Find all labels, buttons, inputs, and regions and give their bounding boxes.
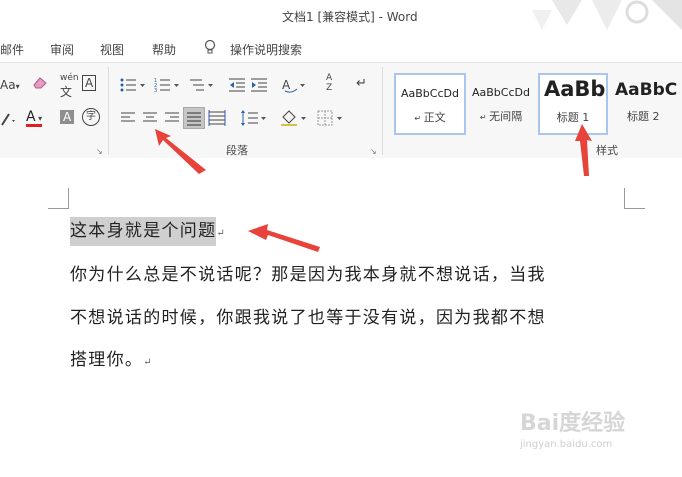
paragraph-mark-end: ↵ bbox=[143, 357, 153, 368]
watermark-sub: jingyan.baidu.com bbox=[520, 439, 613, 450]
watermark-main: Bai度经验 bbox=[520, 411, 626, 436]
style-heading-2[interactable]: AaBbC 标题 2 bbox=[608, 73, 682, 133]
shading-bucket-icon[interactable] bbox=[280, 109, 308, 130]
character-border-button[interactable]: A bbox=[82, 75, 97, 91]
separator-paragraph bbox=[382, 67, 383, 155]
style-no-spacing[interactable]: AaBbCcDd ↵ 无间隔 bbox=[466, 73, 536, 133]
style-heading-2-name: 标题 2 bbox=[627, 110, 660, 123]
justify-icon[interactable] bbox=[183, 107, 205, 129]
heading-line[interactable]: 这本身就是个问题↵ bbox=[70, 216, 227, 246]
style-normal-label: 正文 bbox=[423, 111, 446, 124]
tab-help[interactable]: 帮助 bbox=[152, 41, 176, 58]
styles-group-label: 样式 bbox=[596, 144, 618, 157]
margin-corner-top-left bbox=[48, 188, 69, 209]
style-heading-2-sample: AaBbC bbox=[615, 80, 678, 100]
style-no-spacing-sample: AaBbCcDd bbox=[472, 86, 530, 99]
lightbulb-icon[interactable] bbox=[204, 39, 216, 58]
distributed-icon[interactable] bbox=[208, 109, 226, 130]
body-line-3-text: 搭理你。 bbox=[70, 350, 144, 370]
phonetic-char: 文 bbox=[60, 85, 73, 99]
align-right-icon[interactable] bbox=[164, 111, 180, 128]
numbering-icon[interactable]: 123 bbox=[154, 77, 182, 96]
style-heading-1[interactable]: AaBb 标题 1 bbox=[538, 73, 608, 135]
margin-corner-top-right bbox=[624, 188, 645, 209]
paragraph-mark: ↵ bbox=[216, 228, 227, 239]
body-line-3[interactable]: 搭理你。↵ bbox=[70, 345, 153, 370]
phonetic-label: wén bbox=[60, 73, 79, 83]
window-title: 文档1 [兼容模式] - Word bbox=[282, 10, 418, 24]
bullets-icon[interactable] bbox=[120, 77, 148, 96]
style-no-spacing-label: 无间隔 bbox=[489, 110, 523, 123]
svg-text:A: A bbox=[282, 78, 291, 92]
style-heading-1-sample: AaBb bbox=[544, 77, 606, 101]
selected-heading-text[interactable]: 这本身就是个问题 bbox=[70, 217, 217, 246]
style-normal-name: ↵ 正文 bbox=[414, 111, 446, 124]
multilevel-list-icon[interactable] bbox=[188, 77, 216, 96]
title-bar: 文档1 [兼容模式] - Word bbox=[0, 0, 682, 32]
style-heading-1-name: 标题 1 bbox=[556, 111, 590, 124]
tab-review[interactable]: 审阅 bbox=[50, 41, 74, 58]
increase-indent-icon[interactable] bbox=[250, 77, 268, 96]
sort-button[interactable]: A Z bbox=[326, 73, 338, 93]
style-no-spacing-name: ↵ 无间隔 bbox=[479, 110, 523, 123]
font-color-button[interactable]: A ▾ bbox=[26, 110, 42, 127]
change-case-button[interactable]: Aa▾ bbox=[0, 78, 20, 94]
menu-bar: 邮件 审阅 视图 帮助 操作说明搜索 bbox=[0, 32, 682, 62]
separator-font bbox=[108, 67, 109, 155]
paragraph-group-label: 段落 bbox=[226, 144, 248, 157]
decrease-indent-icon[interactable] bbox=[228, 77, 246, 96]
line-spacing-icon[interactable] bbox=[240, 109, 268, 130]
align-center-icon[interactable] bbox=[142, 111, 158, 128]
baidu-watermark: Bai度经验 jingyan.baidu.com bbox=[520, 405, 625, 450]
body-line-2[interactable]: 不想说话的时候，你跟我说了也等于没有说，因为我都不想 bbox=[70, 303, 546, 328]
align-left-icon[interactable] bbox=[120, 111, 136, 128]
style-normal-sample: AaBbCcDd bbox=[401, 87, 459, 100]
character-shading-button[interactable]: A bbox=[60, 110, 75, 124]
paragraph-dialog-launcher-icon[interactable]: ↘ bbox=[370, 147, 377, 156]
enclose-characters-button[interactable]: 字 bbox=[82, 108, 100, 126]
tab-view[interactable]: 视图 bbox=[100, 41, 124, 58]
svg-text:3: 3 bbox=[154, 88, 157, 93]
body-line-1[interactable]: 你为什么总是不说话呢？那是因为我本身就不想说话，当我 bbox=[70, 260, 546, 285]
font-color-letter: A bbox=[26, 109, 36, 125]
eraser-icon[interactable] bbox=[32, 75, 48, 92]
ribbon: Aa▾ wén 文 A A ▾ A 字 ↘ 123 A A Z ↵ 段落 ↘ A… bbox=[0, 62, 682, 160]
style-normal[interactable]: AaBbCcDd ↵ 正文 bbox=[394, 73, 466, 135]
highlight-color-icon[interactable] bbox=[0, 111, 20, 130]
show-hide-marks-icon[interactable]: ↵ bbox=[356, 77, 367, 91]
borders-icon[interactable] bbox=[316, 109, 346, 130]
font-dialog-launcher-icon[interactable]: ↘ bbox=[96, 147, 103, 156]
tab-mailings[interactable]: 邮件 bbox=[0, 41, 24, 58]
chinese-layout-icon[interactable]: A bbox=[282, 77, 308, 96]
phonetic-guide-button[interactable]: wén 文 bbox=[60, 71, 79, 101]
tell-me-search[interactable]: 操作说明搜索 bbox=[230, 41, 302, 58]
change-case-label: Aa bbox=[0, 78, 16, 92]
